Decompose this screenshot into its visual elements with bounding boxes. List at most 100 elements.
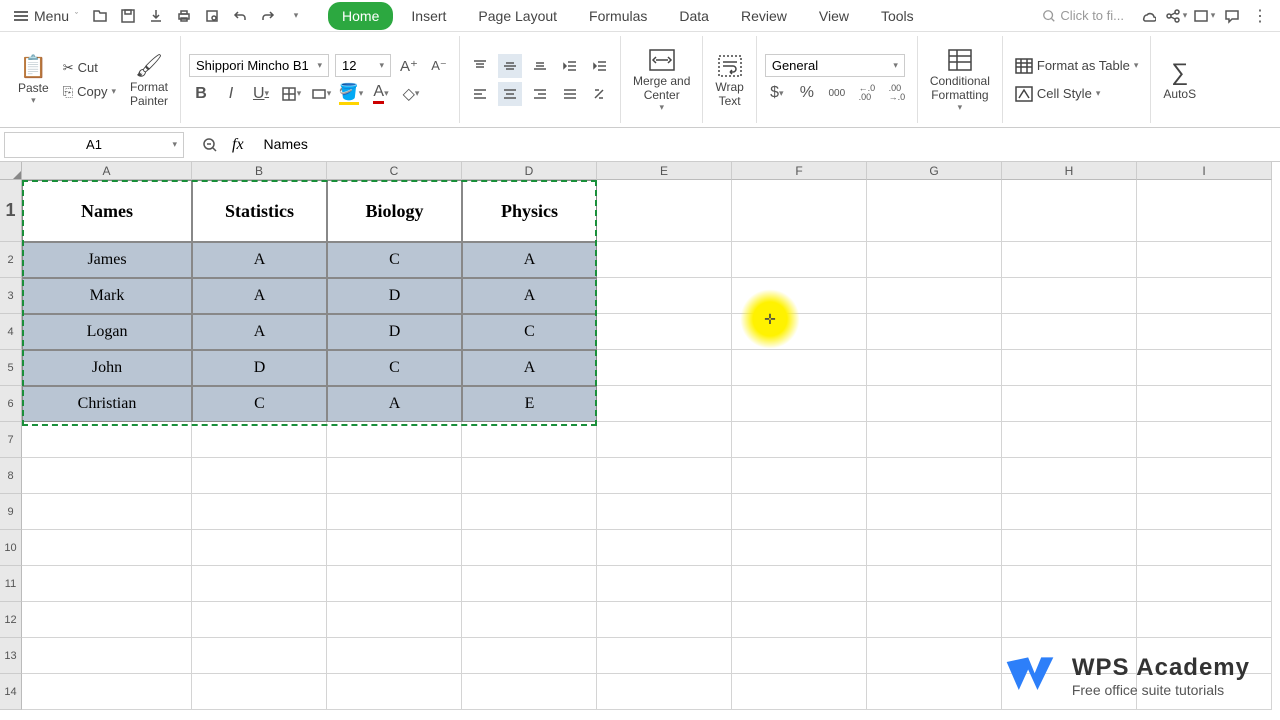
cell[interactable] <box>1002 494 1137 530</box>
cell[interactable]: C <box>462 314 597 350</box>
col-header[interactable]: C <box>327 162 462 180</box>
row-header[interactable]: 2 <box>0 242 22 278</box>
cell[interactable] <box>327 494 462 530</box>
cell[interactable] <box>867 422 1002 458</box>
clear-format-button[interactable]: ◇▾ <box>399 82 423 106</box>
cell[interactable]: A <box>192 242 327 278</box>
cell[interactable]: A <box>462 350 597 386</box>
cell[interactable]: C <box>327 350 462 386</box>
cell[interactable] <box>1137 350 1272 386</box>
cell[interactable]: D <box>327 314 462 350</box>
row-header[interactable]: 8 <box>0 458 22 494</box>
cell[interactable] <box>597 638 732 674</box>
cell[interactable] <box>1137 494 1272 530</box>
cell[interactable]: Names <box>22 180 192 242</box>
merge-cells-button[interactable]: ▾ <box>309 82 333 106</box>
cell[interactable]: C <box>327 242 462 278</box>
cell[interactable] <box>22 458 192 494</box>
cell[interactable] <box>192 566 327 602</box>
row-header[interactable]: 9 <box>0 494 22 530</box>
cell[interactable]: D <box>327 278 462 314</box>
conditional-formatting-button[interactable]: Conditional Formatting▾ <box>926 42 994 117</box>
cell[interactable] <box>1137 602 1272 638</box>
cell[interactable]: John <box>22 350 192 386</box>
cell[interactable] <box>597 422 732 458</box>
currency-icon[interactable]: $▾ <box>765 81 789 105</box>
cell[interactable] <box>462 530 597 566</box>
redo-icon[interactable] <box>256 4 280 28</box>
export-icon[interactable] <box>144 4 168 28</box>
cell[interactable] <box>1002 278 1137 314</box>
cell[interactable] <box>192 674 327 710</box>
cell[interactable]: E <box>462 386 597 422</box>
cell[interactable] <box>732 602 867 638</box>
cut-button[interactable]: ✂Cut <box>59 58 120 78</box>
comma-icon[interactable]: 000 <box>825 81 849 105</box>
cell[interactable] <box>1002 386 1137 422</box>
align-center-icon[interactable] <box>498 82 522 106</box>
cell[interactable] <box>867 278 1002 314</box>
wrap-text-button[interactable]: Wrap Text <box>711 48 747 112</box>
cell[interactable] <box>1002 530 1137 566</box>
cell[interactable] <box>327 422 462 458</box>
qat-dropdown-icon[interactable]: ▾ <box>284 4 308 28</box>
cloud-sync-icon[interactable] <box>1136 4 1160 28</box>
font-size-select[interactable]: 12▾ <box>335 54 391 77</box>
cell[interactable] <box>192 494 327 530</box>
cell[interactable] <box>22 566 192 602</box>
search-box[interactable]: Click to fi... <box>1034 4 1132 27</box>
comment-icon[interactable] <box>1220 4 1244 28</box>
row-header[interactable]: 7 <box>0 422 22 458</box>
cell[interactable] <box>867 314 1002 350</box>
tab-tools[interactable]: Tools <box>867 2 928 30</box>
cell[interactable] <box>192 530 327 566</box>
italic-button[interactable]: I <box>219 82 243 106</box>
col-header[interactable]: A <box>22 162 192 180</box>
cell[interactable] <box>1002 422 1137 458</box>
cell[interactable] <box>1137 314 1272 350</box>
cell[interactable] <box>867 674 1002 710</box>
cell[interactable] <box>1137 566 1272 602</box>
col-header[interactable]: I <box>1137 162 1272 180</box>
tab-view[interactable]: View <box>805 2 863 30</box>
row-header[interactable]: 11 <box>0 566 22 602</box>
col-header[interactable]: F <box>732 162 867 180</box>
cell[interactable] <box>867 530 1002 566</box>
cell[interactable] <box>1002 314 1137 350</box>
bold-button[interactable]: B <box>189 82 213 106</box>
cell[interactable] <box>1137 422 1272 458</box>
cell[interactable] <box>732 674 867 710</box>
cell[interactable] <box>867 180 1002 242</box>
formula-input[interactable]: Names <box>254 136 1280 154</box>
cell[interactable] <box>597 602 732 638</box>
borders-button[interactable]: ▾ <box>279 82 303 106</box>
autosum-button[interactable]: ∑ AutoS <box>1159 55 1200 105</box>
cell[interactable] <box>192 458 327 494</box>
fx-icon[interactable]: fx <box>232 136 244 154</box>
cell[interactable] <box>732 422 867 458</box>
percent-icon[interactable]: % <box>795 81 819 105</box>
cell[interactable] <box>597 180 732 242</box>
cell[interactable] <box>867 350 1002 386</box>
tab-data[interactable]: Data <box>665 2 723 30</box>
justify-icon[interactable] <box>558 82 582 106</box>
cell[interactable]: A <box>462 242 597 278</box>
cell[interactable] <box>462 422 597 458</box>
cell[interactable] <box>732 386 867 422</box>
cell[interactable] <box>597 278 732 314</box>
cell[interactable] <box>1137 242 1272 278</box>
cell[interactable] <box>22 674 192 710</box>
paste-button[interactable]: 📋 Paste▾ <box>14 49 53 110</box>
merge-center-button[interactable]: Merge and Center▾ <box>629 42 694 117</box>
cell[interactable]: Biology <box>327 180 462 242</box>
cell[interactable] <box>1002 602 1137 638</box>
tab-page-layout[interactable]: Page Layout <box>464 2 571 30</box>
align-top-icon[interactable] <box>468 54 492 78</box>
col-header[interactable]: B <box>192 162 327 180</box>
cell[interactable] <box>327 458 462 494</box>
cell[interactable] <box>732 530 867 566</box>
cell[interactable]: Physics <box>462 180 597 242</box>
increase-indent-icon[interactable] <box>588 54 612 78</box>
cell[interactable] <box>597 242 732 278</box>
cell[interactable] <box>22 638 192 674</box>
